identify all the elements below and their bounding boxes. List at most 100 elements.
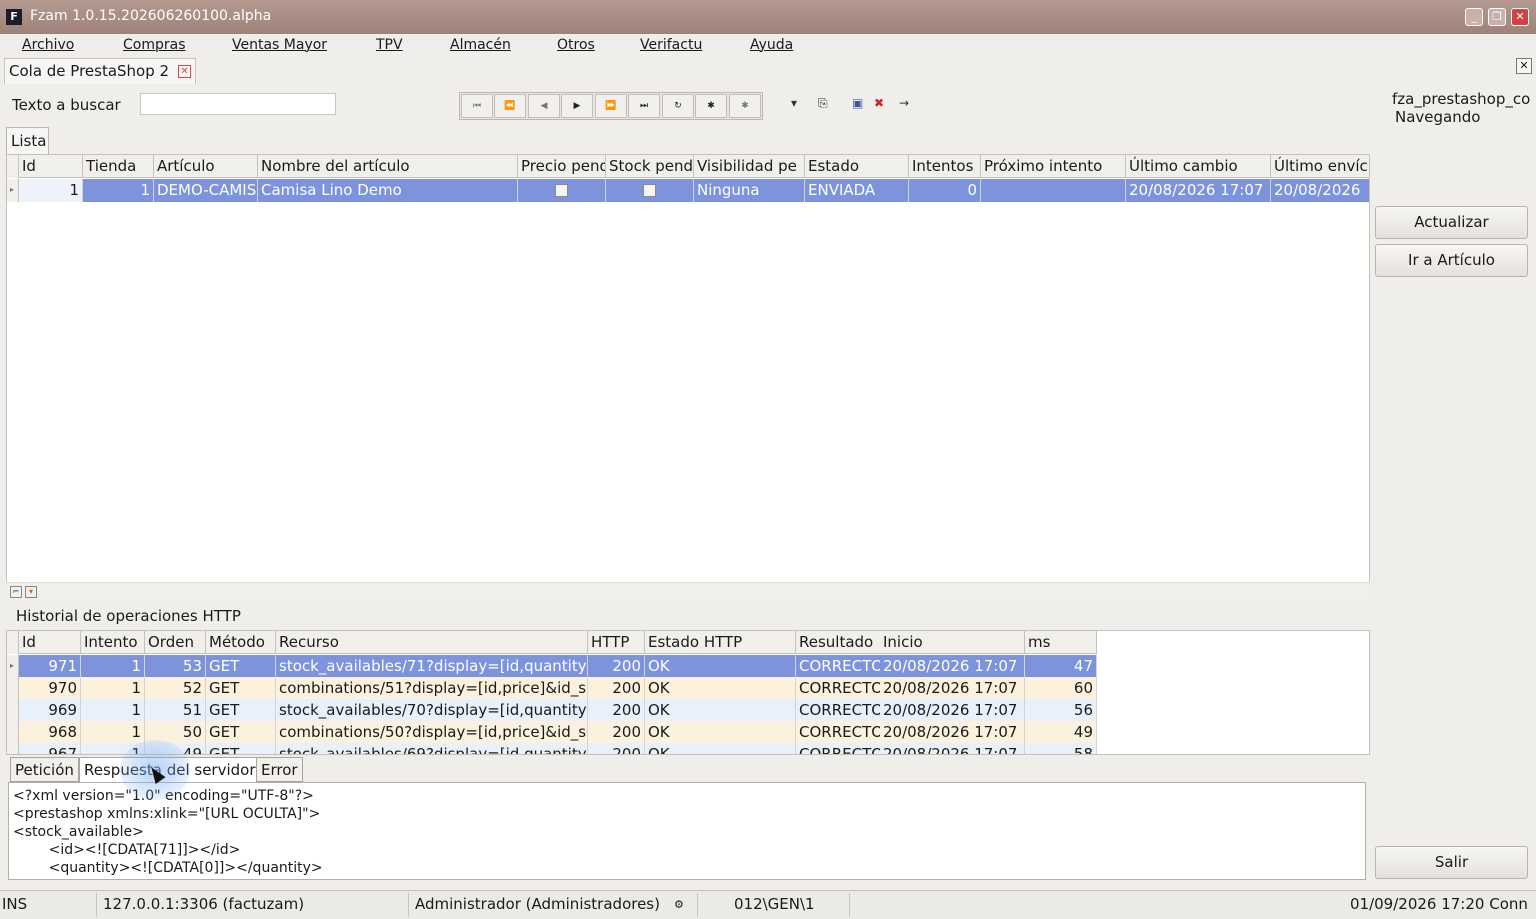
hcell-ms[interactable]: 47: [1025, 655, 1097, 678]
first-record-icon[interactable]: ⏮: [461, 94, 493, 118]
col-intentos[interactable]: Intentos: [909, 155, 981, 178]
tab-lista[interactable]: Lista: [6, 127, 49, 154]
hcell-recurso[interactable]: combinations/50?display=[id,price]&id_s: [276, 721, 588, 744]
col-articulo[interactable]: Artículo: [154, 155, 258, 178]
cell-stock-pend[interactable]: [606, 179, 694, 202]
user-settings-icon[interactable]: ⚙: [674, 898, 684, 911]
col-estado[interactable]: Estado: [805, 155, 909, 178]
save-icon[interactable]: ▣: [852, 96, 863, 110]
history-row[interactable]: 968 1 50 GET combinations/50?display=[id…: [7, 721, 1097, 744]
hcell-id[interactable]: 968: [19, 721, 81, 744]
cell-tienda[interactable]: 1: [83, 179, 154, 202]
close-tab-icon[interactable]: ✕: [178, 65, 192, 78]
expand-icon[interactable]: ⌐: [10, 586, 22, 598]
hcell-resultado[interactable]: CORRECTO: [796, 743, 880, 754]
response-text[interactable]: <?xml version="1.0" encoding="UTF-8"?> <…: [8, 782, 1366, 880]
hcell-recurso[interactable]: combinations/51?display=[id,price]&id_s: [276, 677, 588, 700]
col-id[interactable]: Id: [19, 155, 83, 178]
menu-verifactu[interactable]: Verifactu: [640, 37, 702, 53]
hcell-orden[interactable]: 51: [145, 699, 206, 722]
hcell-estado[interactable]: OK: [645, 721, 796, 744]
col-precio-pend[interactable]: Precio pend: [518, 155, 606, 178]
hcol-ms[interactable]: ms: [1025, 631, 1097, 654]
hcell-metodo[interactable]: GET: [206, 655, 276, 678]
hcell-inicio[interactable]: 20/08/2026 17:07: [880, 743, 1025, 754]
cell-id[interactable]: 1: [19, 179, 83, 202]
hcell-http[interactable]: 200: [588, 655, 645, 678]
hcell-id[interactable]: 969: [19, 699, 81, 722]
menu-almacen[interactable]: Almacén: [450, 37, 511, 53]
hcell-estado[interactable]: OK: [645, 699, 796, 722]
hcell-metodo[interactable]: GET: [206, 721, 276, 744]
hcol-http[interactable]: HTTP: [588, 631, 645, 654]
hcell-resultado[interactable]: CORRECTO: [796, 677, 880, 700]
hcell-inicio[interactable]: 20/08/2026 17:07: [880, 699, 1025, 722]
next-page-icon[interactable]: ⏩: [595, 94, 627, 118]
document-tab[interactable]: Cola de PrestaShop 2 ✕: [4, 58, 197, 84]
close-panel-icon[interactable]: ✕: [1516, 58, 1532, 74]
precio-pend-checkbox[interactable]: [555, 184, 568, 197]
hcell-id[interactable]: 967: [19, 743, 81, 754]
tab-error[interactable]: Error: [256, 757, 303, 782]
hcell-http[interactable]: 200: [588, 721, 645, 744]
copy-icon[interactable]: ⎘: [818, 96, 828, 111]
col-visibilidad[interactable]: Visibilidad pe: [694, 155, 805, 178]
hcell-metodo[interactable]: GET: [206, 743, 276, 754]
hcell-http[interactable]: 200: [588, 743, 645, 754]
arrow-icon[interactable]: →: [899, 96, 909, 110]
cell-ultimo-envio[interactable]: 20/08/2026: [1271, 179, 1369, 202]
hcell-resultado[interactable]: CORRECTO: [796, 699, 880, 722]
hcell-intento[interactable]: 1: [81, 677, 145, 700]
hcell-intento[interactable]: 1: [81, 699, 145, 722]
salir-button[interactable]: Salir: [1375, 846, 1528, 879]
hcol-metodo[interactable]: Método: [206, 631, 276, 654]
hcell-recurso[interactable]: stock_availables/70?display=[id,quantity: [276, 699, 588, 722]
ir-articulo-button[interactable]: Ir a Artículo: [1375, 244, 1528, 277]
prev-record-icon[interactable]: ◀: [528, 94, 560, 118]
hcell-id[interactable]: 971: [19, 655, 81, 678]
hcol-estado-http[interactable]: Estado HTTP: [645, 631, 796, 654]
hcell-recurso[interactable]: stock_availables/69?display=[id,quantity: [276, 743, 588, 754]
hcell-recurso[interactable]: stock_availables/71?display=[id,quantity: [276, 655, 588, 678]
hcol-orden[interactable]: Orden: [145, 631, 206, 654]
hcell-estado[interactable]: OK: [645, 655, 796, 678]
hcell-ms[interactable]: 49: [1025, 721, 1097, 744]
dropdown-arrow-icon[interactable]: ▾: [791, 96, 797, 110]
hcell-inicio[interactable]: 20/08/2026 17:07: [880, 677, 1025, 700]
cell-articulo[interactable]: DEMO-CAMIS: [154, 179, 258, 202]
actualizar-button[interactable]: Actualizar: [1375, 206, 1528, 239]
col-stock-pend[interactable]: Stock pend: [606, 155, 694, 178]
hcell-metodo[interactable]: GET: [206, 699, 276, 722]
hcell-intento[interactable]: 1: [81, 721, 145, 744]
hcell-intento[interactable]: 1: [81, 655, 145, 678]
hcell-inicio[interactable]: 20/08/2026 17:07: [880, 721, 1025, 744]
hcell-ms[interactable]: 56: [1025, 699, 1097, 722]
col-ultimo-cambio[interactable]: Último cambio: [1126, 155, 1271, 178]
hcell-inicio[interactable]: 20/08/2026 17:07: [880, 655, 1025, 678]
hcol-resultado[interactable]: Resultado: [796, 631, 880, 654]
hcell-ms[interactable]: 60: [1025, 677, 1097, 700]
search-input[interactable]: [140, 93, 336, 115]
cell-precio-pend[interactable]: [518, 179, 606, 202]
hcell-estado[interactable]: OK: [645, 743, 796, 754]
hcol-id[interactable]: Id: [19, 631, 81, 654]
menu-ayuda[interactable]: Ayuda: [750, 37, 793, 53]
cell-proximo[interactable]: [981, 179, 1126, 202]
refresh-icon[interactable]: ↻: [662, 94, 694, 118]
col-tienda[interactable]: Tienda: [83, 155, 154, 178]
next-record-icon[interactable]: ▶: [561, 94, 593, 118]
cell-visibilidad[interactable]: Ninguna: [694, 179, 805, 202]
cell-nombre[interactable]: Camisa Lino Demo: [258, 179, 518, 202]
table-row[interactable]: ▸ 1 1 DEMO-CAMIS Camisa Lino Demo Ningun…: [7, 179, 1369, 202]
stock-pend-checkbox[interactable]: [643, 184, 656, 197]
cell-ultimo-cambio[interactable]: 20/08/2026 17:07: [1126, 179, 1271, 202]
menu-archivo[interactable]: Archivo: [22, 37, 74, 53]
hcell-orden[interactable]: 52: [145, 677, 206, 700]
hcell-orden[interactable]: 53: [145, 655, 206, 678]
filter-icon[interactable]: ▾: [25, 586, 37, 598]
col-nombre[interactable]: Nombre del artículo: [258, 155, 518, 178]
tab-peticion[interactable]: Petición: [10, 757, 79, 782]
last-record-icon[interactable]: ⏭: [628, 94, 660, 118]
menu-tpv[interactable]: TPV: [376, 37, 403, 53]
hcell-id[interactable]: 970: [19, 677, 81, 700]
